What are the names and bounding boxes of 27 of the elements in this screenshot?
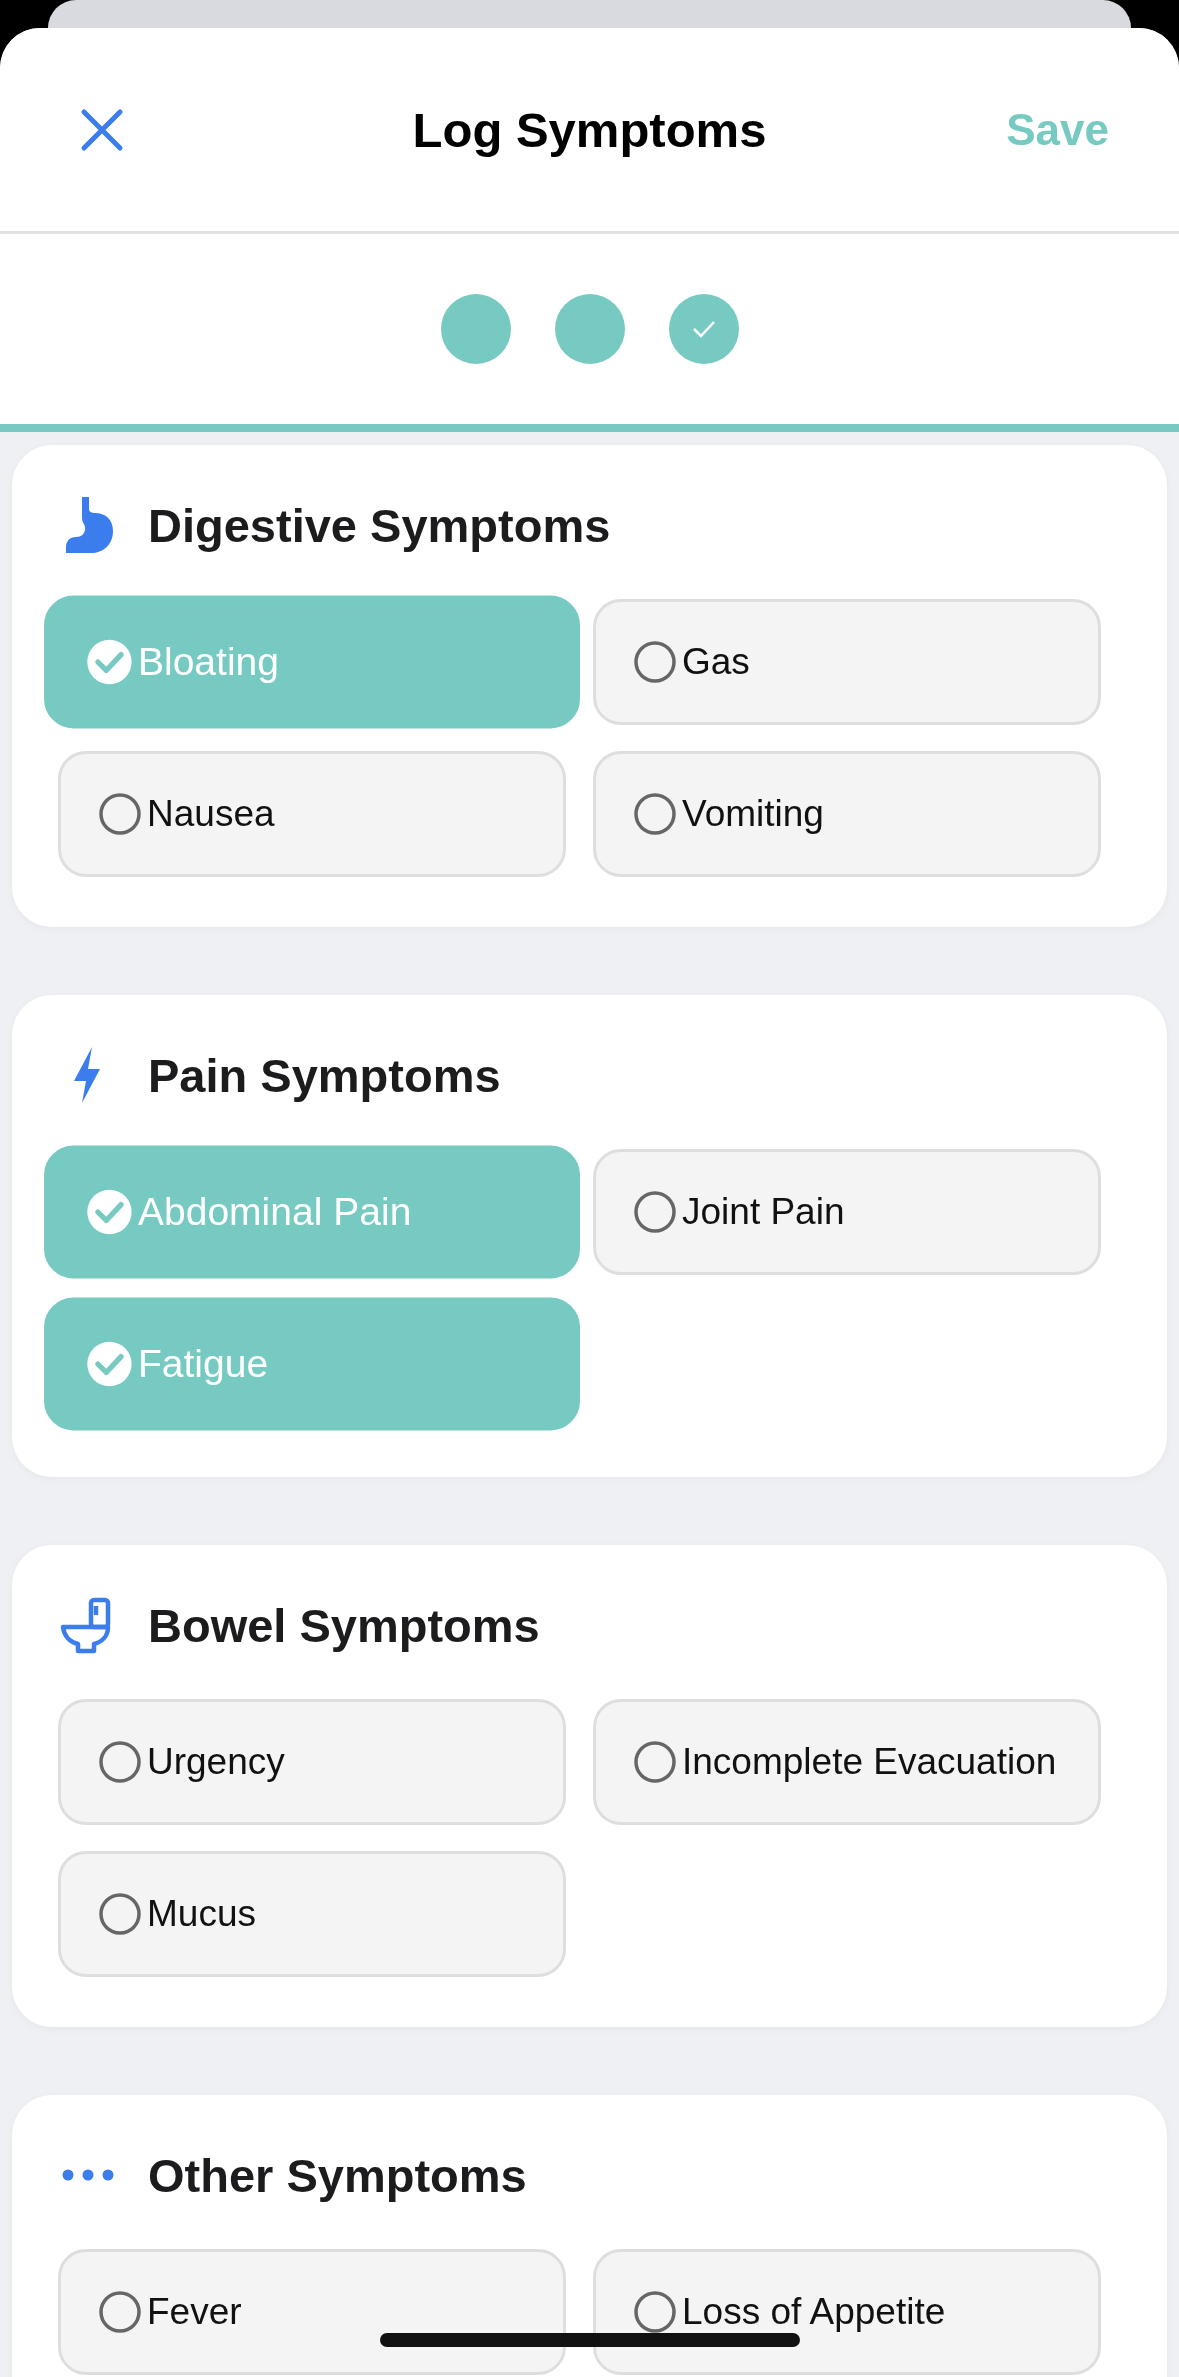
symptom-chip[interactable]: Fever xyxy=(58,2249,566,2375)
symptom-chip[interactable]: Gas xyxy=(593,599,1101,725)
empty-circle-icon xyxy=(97,1739,143,1785)
symptom-chip[interactable]: Nausea xyxy=(58,751,566,877)
section-title: Bowel Symptoms xyxy=(148,1597,540,1653)
symptom-chip[interactable]: Vomiting xyxy=(593,751,1101,877)
empty-circle-icon xyxy=(632,1189,678,1235)
section-title: Other Symptoms xyxy=(148,2147,527,2203)
symptom-chip[interactable]: Incomplete Evacuation xyxy=(593,1699,1101,1825)
checkmark-circle-icon xyxy=(85,1187,134,1237)
checkmark-circle-icon xyxy=(85,637,134,687)
close-button[interactable] xyxy=(80,107,124,152)
symptom-chip[interactable]: Mucus xyxy=(58,1851,566,1977)
section-title: Digestive Symptoms xyxy=(148,497,611,553)
empty-circle-icon xyxy=(97,791,143,837)
empty-circle-icon xyxy=(632,639,678,685)
empty-circle-icon xyxy=(632,791,678,837)
empty-circle-icon xyxy=(632,2289,678,2335)
section-title: Pain Symptoms xyxy=(148,1047,501,1103)
symptom-chip[interactable]: Joint Pain xyxy=(593,1149,1101,1275)
symptom-chip[interactable]: Loss of Appetite xyxy=(593,2249,1101,2375)
empty-circle-icon xyxy=(632,1739,678,1785)
screen-title: Log Symptoms xyxy=(412,102,767,157)
symptom-chip[interactable]: Urgency xyxy=(58,1699,566,1825)
checkmark-circle-icon xyxy=(85,1339,134,1389)
empty-circle-icon xyxy=(97,1891,143,1937)
empty-circle-icon xyxy=(97,2289,143,2335)
